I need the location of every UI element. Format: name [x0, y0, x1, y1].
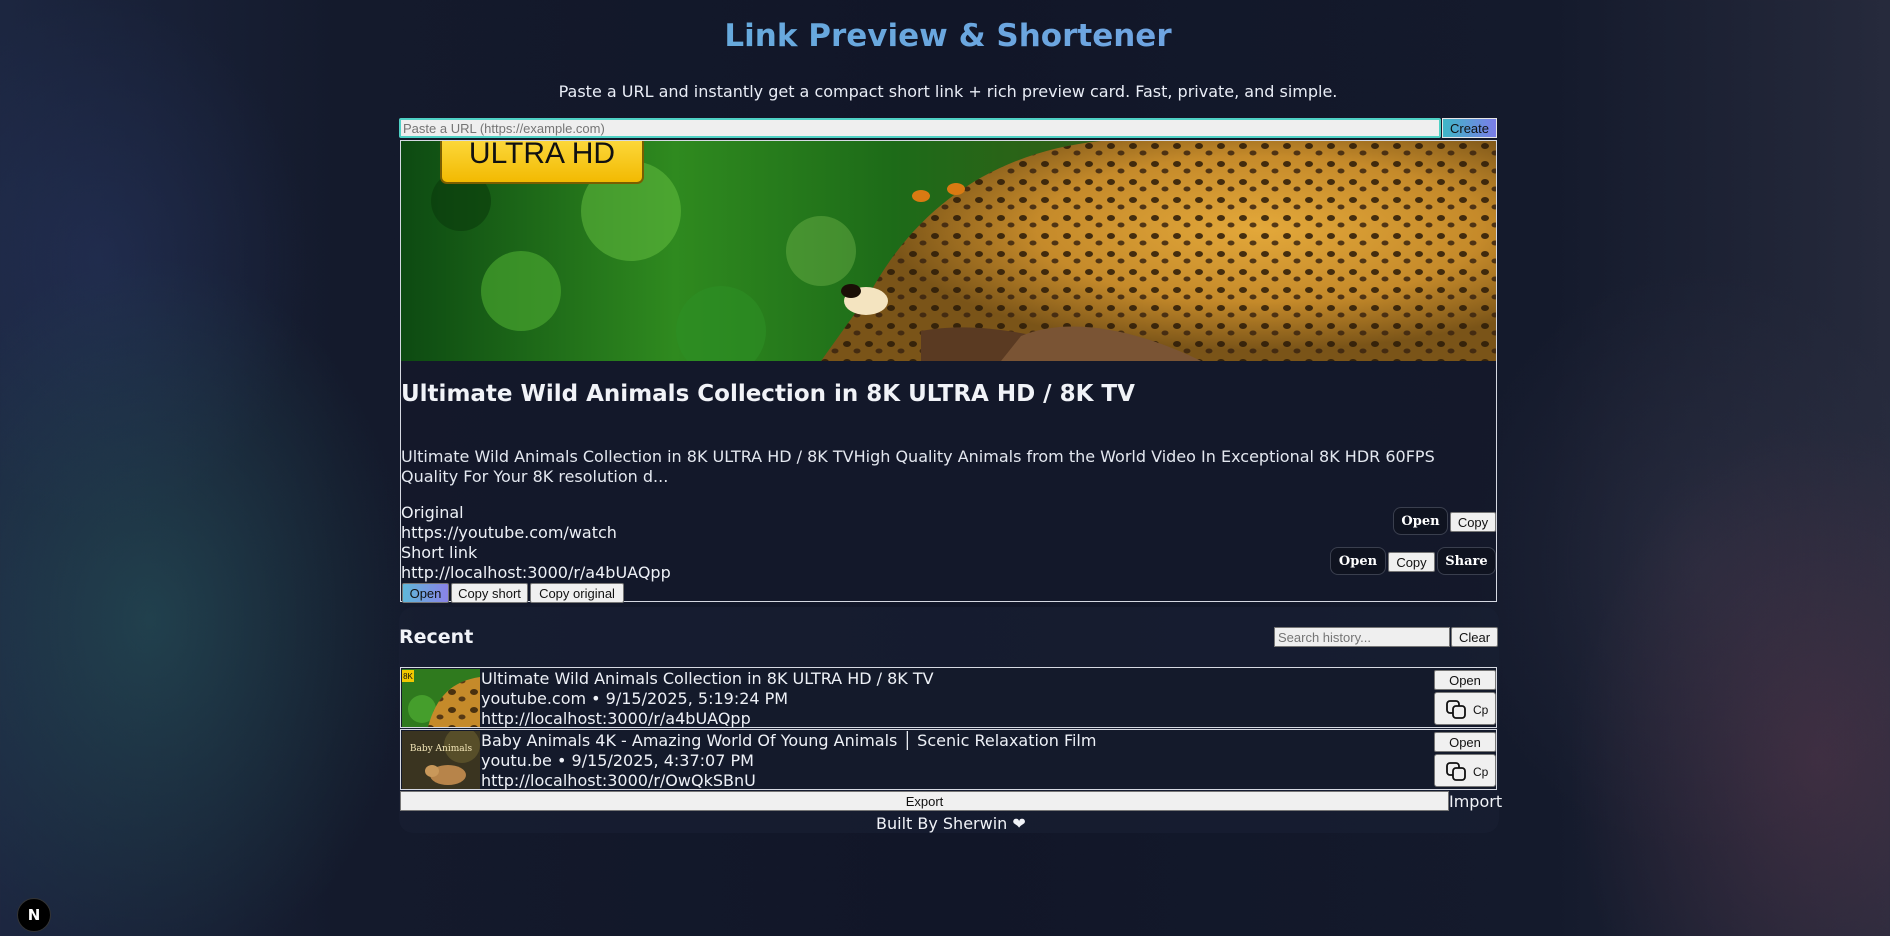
preview-description: Ultimate Wild Animals Collection in 8K U… [401, 447, 1435, 486]
history-item-title: Ultimate Wild Animals Collection in 8K U… [481, 669, 934, 688]
open-short-button[interactable]: Open [1330, 547, 1386, 575]
url-form: Create [399, 118, 1499, 138]
footer-credit: Built By Sherwin ❤ [876, 814, 1026, 833]
recent-heading: Recent [399, 626, 474, 648]
leopard-thumbnail-icon: 8K [402, 669, 480, 727]
clear-history-button[interactable]: Clear [1451, 627, 1498, 647]
original-label: Original [401, 503, 464, 522]
history-copy-label: Cp [1473, 765, 1489, 779]
copy-icon [1446, 700, 1466, 719]
baby-animals-thumbnail-icon: Baby Animals [402, 731, 480, 789]
preview-card: ULTRA HD Ultimate Wild Animals Collectio… [400, 140, 1497, 603]
history-open-button[interactable]: Open [1434, 732, 1496, 752]
copy-icon [1446, 762, 1466, 781]
history-item-meta: youtube.com • 9/15/2025, 5:19:24 PM [481, 689, 789, 708]
history-copy-button[interactable]: Cp [1434, 692, 1496, 725]
history-open-button[interactable]: Open [1434, 670, 1496, 690]
history-item-meta: youtu.be • 9/15/2025, 4:37:07 PM [481, 751, 754, 770]
page-subtitle: Paste a URL and instantly get a compact … [558, 82, 1338, 101]
preview-image: ULTRA HD [401, 141, 1496, 361]
short-link-url: http://localhost:3000/r/a4bUAQpp [401, 563, 671, 582]
history-item-short-url: http://localhost:3000/r/OwQkSBnU [481, 771, 756, 790]
thumbnail-caption: Baby Animals [410, 744, 473, 754]
export-button[interactable]: Export [400, 791, 1449, 811]
history-item[interactable]: Baby Animals Baby Animals 4K - Amazing W… [400, 729, 1497, 790]
heart-icon: ❤ [1012, 814, 1026, 833]
footer-text: Built By Sherwin [876, 814, 1008, 833]
copy-short-link-button[interactable]: Copy short [451, 583, 528, 603]
history-search-input[interactable] [1274, 627, 1450, 647]
share-button[interactable]: Share [1437, 547, 1496, 575]
ultra-hd-badge: ULTRA HD [469, 141, 615, 170]
history-item-short-url: http://localhost:3000/r/a4bUAQpp [481, 709, 751, 728]
preview-title: Ultimate Wild Animals Collection in 8K U… [401, 381, 1135, 407]
open-button[interactable]: Open [402, 583, 449, 603]
open-original-button[interactable]: Open [1393, 507, 1448, 535]
original-url: https://youtube.com/watch [401, 523, 617, 542]
import-button[interactable]: Import [1449, 792, 1502, 811]
history-item[interactable]: 8K Ultimate Wild Animals Collection in 8… [400, 667, 1497, 728]
create-button[interactable]: Create [1442, 118, 1497, 138]
copy-short-button[interactable]: Copy [1388, 552, 1435, 572]
copy-original-button[interactable]: Copy [1450, 512, 1496, 532]
history-copy-label: Cp [1473, 703, 1489, 717]
copy-original-link-button[interactable]: Copy original [530, 583, 624, 603]
nextjs-dev-icon[interactable]: N [17, 898, 51, 932]
history-item-title: Baby Animals 4K - Amazing World Of Young… [481, 731, 1097, 750]
svg-text:8K: 8K [403, 672, 413, 681]
url-input[interactable] [399, 118, 1441, 138]
history-copy-button[interactable]: Cp [1434, 754, 1496, 787]
page-title: Link Preview & Shortener [0, 18, 1890, 54]
short-link-label: Short link [401, 543, 478, 562]
